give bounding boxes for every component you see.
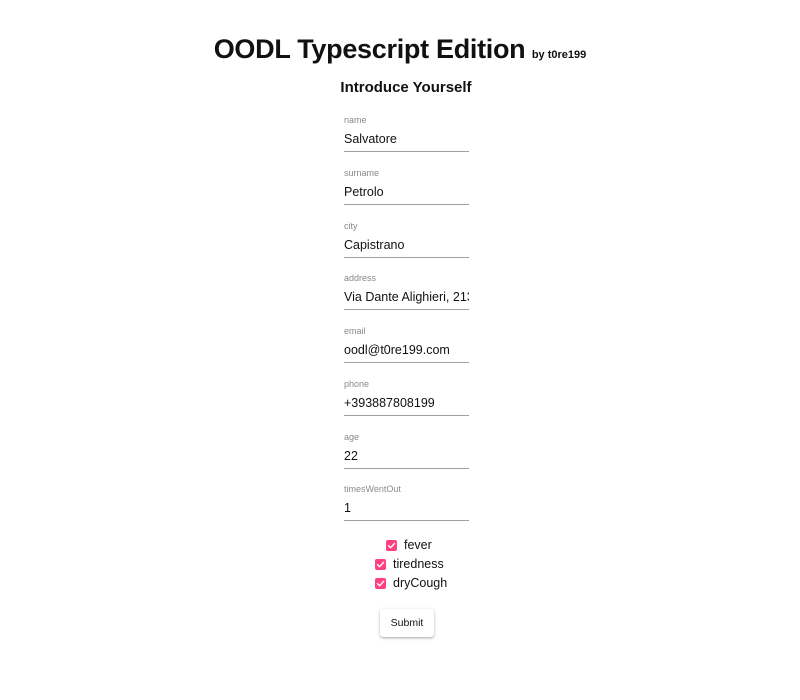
tiredness-checkbox-row[interactable]: tiredness: [375, 555, 444, 573]
dry-cough-checkbox[interactable]: [375, 577, 386, 589]
name-field: name: [344, 114, 469, 152]
name-input[interactable]: [344, 126, 469, 152]
fever-checkbox-label: fever: [404, 538, 432, 552]
tiredness-checkbox[interactable]: [375, 558, 386, 570]
phone-label: phone: [344, 379, 370, 389]
check-icon: [376, 580, 385, 586]
times-went-out-input[interactable]: [344, 495, 469, 521]
check-icon: [387, 542, 396, 548]
submit-button[interactable]: Submit: [380, 609, 434, 637]
check-icon: [376, 561, 385, 567]
surname-input[interactable]: [344, 179, 469, 205]
age-label: age: [344, 432, 360, 442]
fever-checkbox-row[interactable]: fever: [386, 536, 432, 554]
surname-label: surname: [344, 168, 380, 178]
dry-cough-checkbox-label: dryCough: [393, 576, 448, 590]
form-heading: Introduce Yourself: [340, 79, 472, 96]
email-field: email: [344, 325, 469, 363]
email-input[interactable]: [344, 337, 469, 363]
name-label: name: [344, 115, 367, 125]
phone-field: phone: [344, 378, 469, 416]
author-byline: by t0re199: [531, 49, 587, 61]
email-label: email: [344, 326, 366, 336]
city-label: city: [344, 221, 358, 231]
tiredness-checkbox-label: tiredness: [393, 557, 444, 571]
fever-checkbox[interactable]: [386, 539, 397, 551]
age-input[interactable]: [344, 443, 469, 469]
address-field: address: [344, 272, 469, 310]
times-went-out-label: timesWentOut: [344, 484, 401, 494]
city-field: city: [344, 220, 469, 258]
dry-cough-checkbox-row[interactable]: dryCough: [375, 574, 447, 592]
times-went-out-field: timesWentOut: [344, 483, 469, 521]
phone-input[interactable]: [344, 390, 469, 416]
age-field: age: [344, 431, 469, 469]
app-header: OODL Typescript Edition by t0re199: [0, 34, 800, 65]
city-input[interactable]: [344, 232, 469, 258]
address-input[interactable]: [344, 284, 469, 310]
app-title: OODL Typescript Edition: [213, 34, 526, 64]
surname-field: surname: [344, 167, 469, 205]
address-label: address: [344, 273, 377, 283]
